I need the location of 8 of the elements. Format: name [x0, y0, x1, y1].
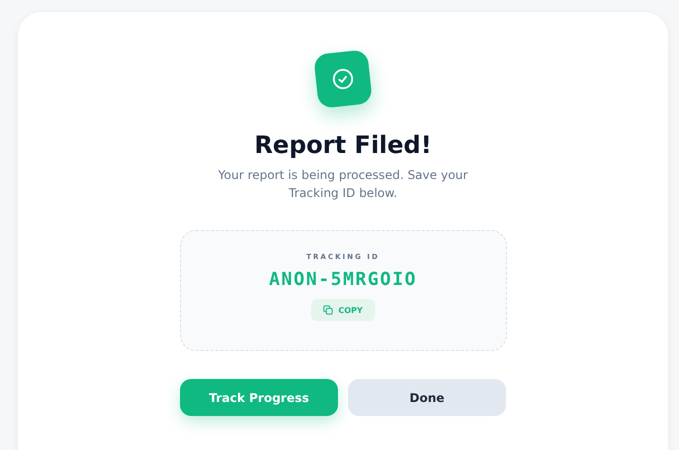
copy-icon — [323, 305, 334, 315]
copy-button[interactable]: COPY — [311, 299, 375, 321]
track-progress-button[interactable]: Track Progress — [180, 379, 338, 416]
check-circle-icon — [330, 66, 356, 92]
dialog-message: Your report is being processed. Save your Tracking ID below. — [217, 167, 469, 202]
done-button[interactable]: Done — [348, 379, 506, 416]
tracking-id: ANON-5MRGOIO — [268, 269, 418, 290]
dialog-title: Report Filed! — [254, 130, 432, 160]
